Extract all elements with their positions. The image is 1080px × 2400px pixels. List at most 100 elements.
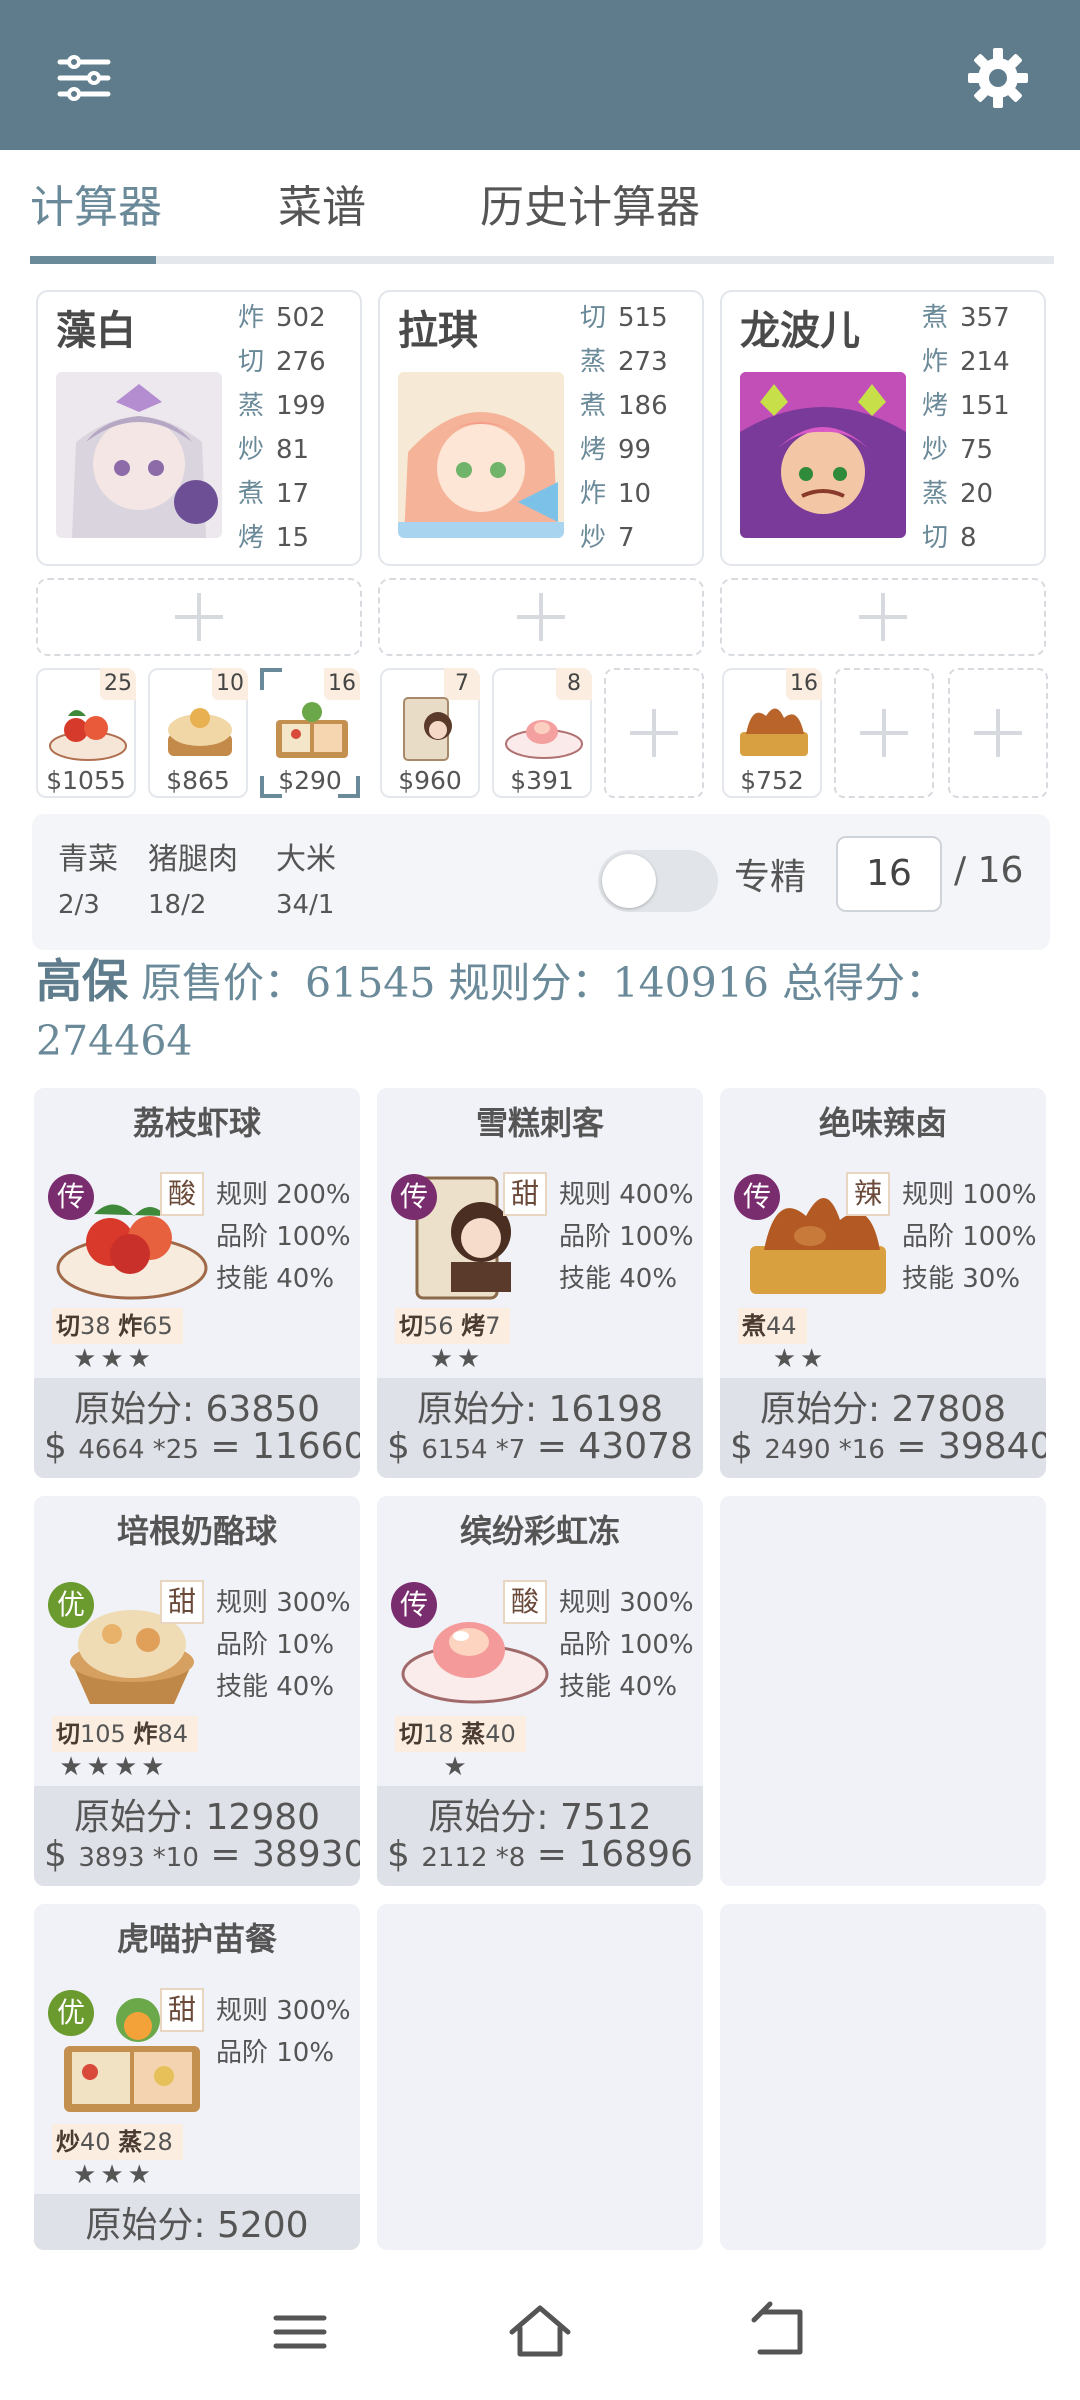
chef-card-3[interactable]: 龙波儿 煮 357 炸 214 烤 151 炒 75 蒸 20 切8 [720,290,1046,566]
dish-slot-empty[interactable] [834,668,934,798]
stat-value: 75 [960,435,994,465]
add-slot-chef-1[interactable] [36,578,362,656]
dish-slot[interactable]: 7 $960 [380,668,480,798]
skill-key: 蒸 [118,2127,143,2156]
stat-key: 烤 [922,391,949,421]
unit-calc: 2490 *16 [764,1435,885,1465]
stat-key: 烤 [580,435,607,465]
stat-key: 切 [922,523,949,553]
ingredient-qty: 18/2 [148,890,207,920]
selection-corner [260,668,282,690]
original-score: 原始分: 12980 [73,1797,321,1838]
specialization-toggle[interactable] [598,850,718,912]
dish-slot-selected[interactable]: 16 $290 [260,668,360,798]
recipe-card[interactable]: 虎喵护苗餐 优 甜 规则 300% 品阶 10% 炒40 蒸28 ★★★ 原始分… [34,1904,360,2250]
dish-slot-empty[interactable] [948,668,1048,798]
attr-skill: 技能 40% [559,1672,678,1702]
tab-history-calculator[interactable]: 历史计算器 [480,160,700,256]
recipe-card[interactable]: 缤纷彩虹冻 传 酸 规则 300% 品阶 100% 技能 40% 切18 蒸40… [377,1496,703,1886]
skill-key: 炸 [133,1719,158,1748]
tab-calculator[interactable]: 计算器 [30,160,162,256]
stat-value: 151 [960,391,1010,421]
stat-value: 7 [618,523,635,553]
tab-recipes[interactable]: 菜谱 [278,160,366,256]
recipe-card[interactable]: 荔枝虾球 传 酸 规则 200% 品阶 100% 技能 40% 切38 炸65 … [34,1088,360,1478]
rarity-badge: 传 [48,1174,94,1220]
total-score: = 16896 [536,1834,693,1875]
sliders-icon[interactable] [44,38,124,118]
dish-slot-empty[interactable] [604,668,704,798]
add-slot-chef-2[interactable] [378,578,704,656]
recipe-card-empty[interactable] [377,1904,703,2250]
score-band: 原始分: 5200 [34,2194,360,2250]
gear-icon[interactable] [958,38,1038,118]
recipe-card-empty[interactable] [720,1904,1046,2250]
stat-value: 99 [618,435,652,465]
star-rating: ★★★ [73,1344,155,1374]
stat-key: 切 [580,303,607,333]
recipe-title: 虎喵护苗餐 [116,1920,277,1958]
score-summary: 高保 原售价：61545 规则分：140916 总得分：274464 [36,952,1046,1070]
stat-key: 烤 [238,523,265,553]
back-icon[interactable] [740,2292,820,2372]
skill-key: 蒸 [461,1719,486,1748]
stat-value: 199 [276,391,326,421]
chef-card-2[interactable]: 拉琪 切 515 蒸 273 煮 186 烤 99 炸 10 炒7 [378,290,704,566]
star-rating: ★ [443,1752,471,1782]
plus-icon [517,593,565,641]
score-calc: $ 6154 *7 = 43078 [387,1426,693,1467]
recipe-attributes: 规则 400% 品阶 100% 技能 40% [559,1174,703,1300]
original-score: 原始分: 16198 [416,1389,664,1430]
original-score: 原始分: 7512 [428,1797,652,1838]
chef-card-1[interactable]: 藻白 炸 502 切 276 蒸 199 炒 81 煮 17 烤 15 [36,290,362,566]
stat-value: 357 [960,303,1010,333]
spicy-braised-dish-image [740,708,808,756]
dish-slot[interactable]: 8 $391 [492,668,592,798]
total-score: = 43078 [536,1426,693,1467]
stat-value: 17 [276,479,310,509]
recipe-title: 荔枝虾球 [132,1104,261,1142]
recipe-title: 培根奶酪球 [116,1512,277,1550]
skill-value: 38 [80,1312,111,1340]
add-slot-chef-3[interactable] [720,578,1046,656]
stat-key: 蒸 [238,391,265,421]
rarity-badge: 优 [48,1582,94,1628]
specialization-input[interactable]: 16 [836,836,942,912]
recipe-card[interactable]: 雪糕刺客 传 甜 规则 400% 品阶 100% 技能 40% 切56 烤7 ★… [377,1088,703,1478]
home-icon[interactable] [500,2292,580,2372]
ingredient-name: 猪腿肉 [148,842,238,877]
score-calc: $ 4664 *25 = 116600 [44,1426,360,1467]
stat-key: 蒸 [922,479,949,509]
ice-cream-dish-image [403,697,452,761]
plus-icon [630,709,678,757]
skill-key: 切 [56,1719,80,1748]
recipe-card[interactable]: 绝味辣卤 传 辣 规则 100% 品阶 100% 技能 30% 煮44 ★★ 原… [720,1088,1046,1478]
skill-value: 56 [423,1312,454,1340]
plus-icon [175,593,223,641]
recipe-card[interactable]: 培根奶酪球 优 甜 规则 300% 品阶 10% 技能 40% 切105 炸84… [34,1496,360,1886]
menu-icon[interactable] [260,2292,340,2372]
skill-requirements: 炒40 蒸28 [52,2124,183,2160]
system-nav-bar [0,2250,1080,2400]
dish-slot[interactable]: 10 $865 [148,668,248,798]
dish-slot[interactable]: 25 $1055 [36,668,136,798]
skill-requirements: 切38 炸65 [52,1308,183,1344]
recipe-card-empty[interactable] [720,1496,1046,1886]
chef-portrait [56,372,222,538]
total-score: = 38930 [210,1834,360,1875]
chef-name: 藻白 [56,307,136,354]
skill-requirements: 切18 蒸40 [395,1716,526,1752]
stat-key: 煮 [922,303,949,333]
stat-key: 炸 [238,303,265,333]
attr-rule: 规则 300% [216,1588,351,1618]
star-rating: ★★ [772,1344,828,1374]
chef-name: 拉琪 [398,307,478,354]
tab-active-indicator [30,256,156,264]
dish-slot[interactable]: 16 $752 [722,668,822,798]
skill-requirements: 切56 烤7 [395,1308,511,1344]
summary-tag: 高保 [36,954,128,1008]
unit-calc: 3893 *10 [78,1843,199,1873]
stat-value: 515 [618,303,668,333]
stat-value: 502 [276,303,326,333]
skill-key: 炸 [118,1311,143,1340]
